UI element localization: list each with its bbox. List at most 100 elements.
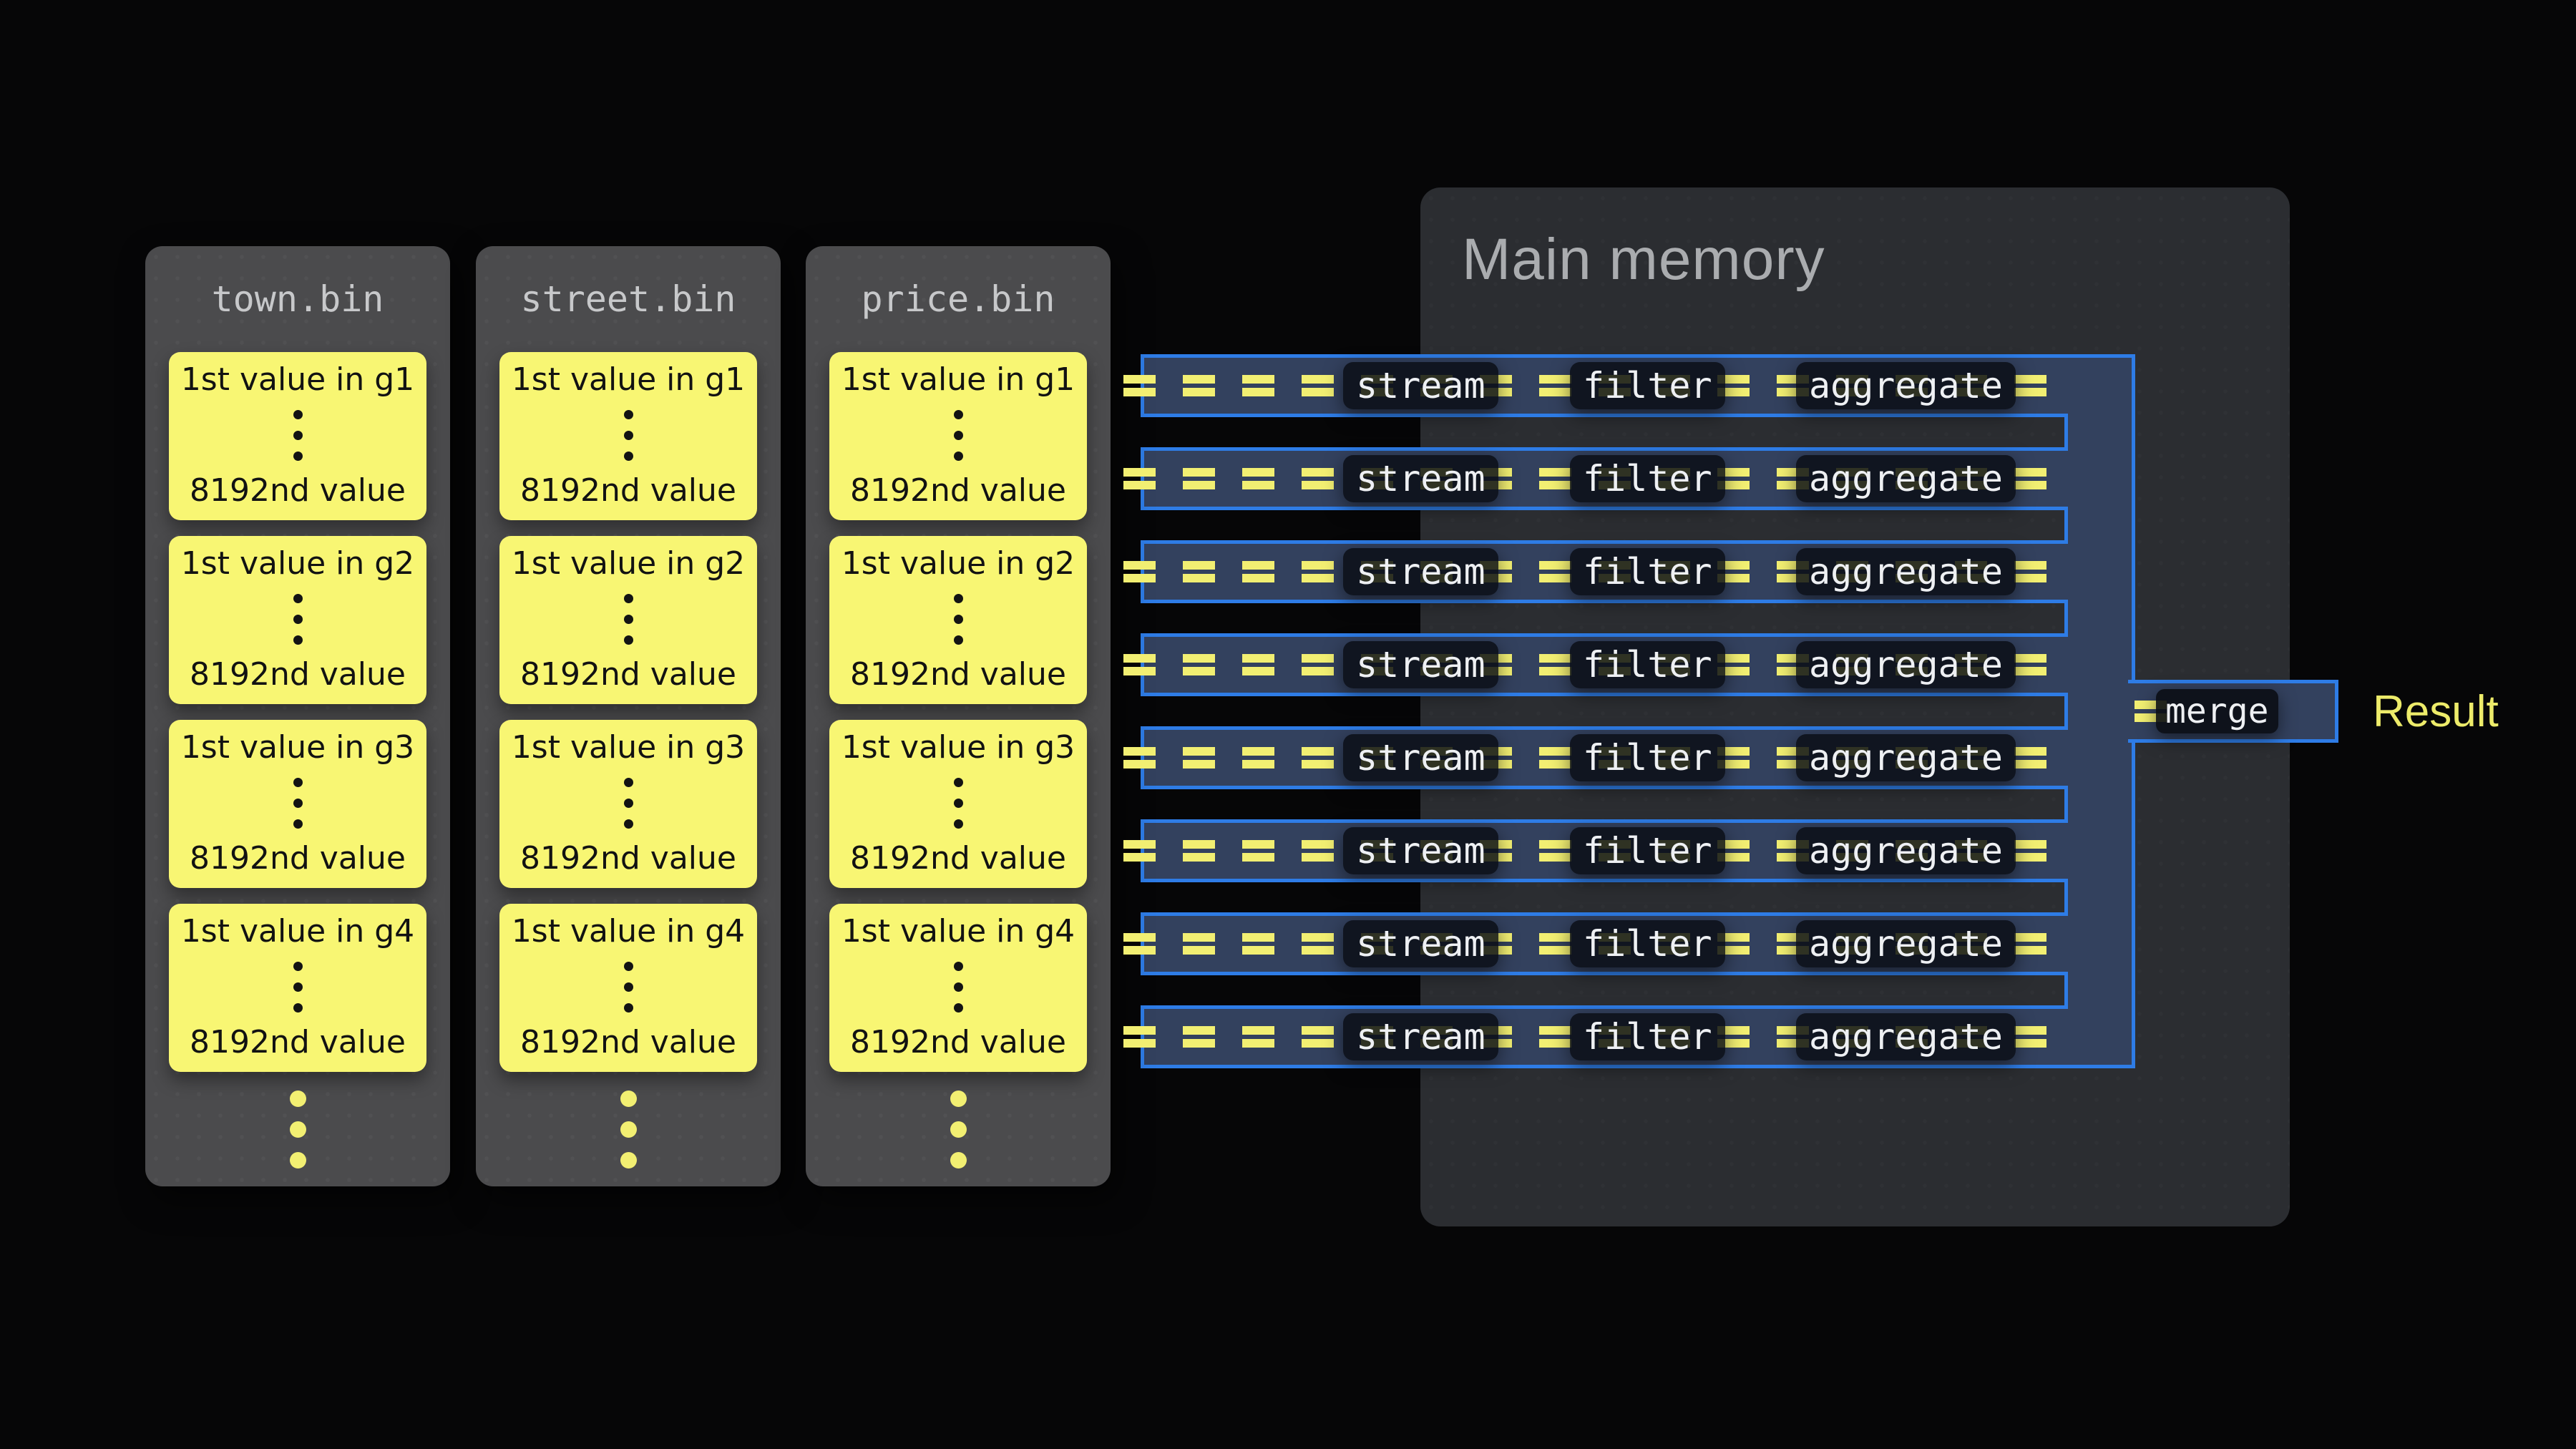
stream-operator: stream: [1343, 548, 1498, 595]
ellipsis-dot-icon: [293, 594, 303, 603]
file-name: town.bin: [145, 246, 450, 352]
ellipsis-dot-icon: [293, 982, 303, 992]
filter-operator: filter: [1570, 827, 1725, 874]
pipeline-gap-border: [2064, 603, 2068, 633]
file-column-street-bin: street.bin 1st value in g1 8192nd value …: [476, 246, 781, 1186]
ellipsis-dot-icon: [954, 635, 963, 645]
diagram-canvas: Main memory stream filter aggregate stream…: [0, 0, 2576, 1449]
pipeline-row: streamfilteraggregate: [1141, 912, 2068, 975]
vertical-ellipsis-icon: [293, 778, 303, 829]
group-first-value: 1st value in g2: [512, 546, 745, 582]
group-last-value: 8192nd value: [190, 841, 406, 877]
ellipsis-dot-icon: [293, 962, 303, 971]
group-first-value: 1st value in g2: [841, 546, 1075, 582]
more-groups-dot-icon: [290, 1152, 306, 1169]
ellipsis-dot-icon: [954, 799, 963, 808]
more-groups-dot-icon: [950, 1152, 967, 1169]
ellipsis-dot-icon: [293, 431, 303, 440]
aggregate-operator: aggregate: [1796, 1013, 2016, 1060]
group-last-value: 8192nd value: [850, 657, 1066, 693]
row-group-block: 1st value in g2 8192nd value: [169, 536, 426, 704]
stream-operator: stream: [1343, 362, 1498, 409]
row-group-blocks: 1st value in g1 8192nd value 1st value i…: [806, 352, 1111, 1072]
ellipsis-dot-icon: [293, 819, 303, 829]
aggregate-operator: aggregate: [1796, 734, 2016, 781]
group-last-value: 8192nd value: [850, 1025, 1066, 1060]
pipeline-comb: stream filter aggregate stream filter aggreg…: [1141, 354, 2135, 1068]
filter-operator: filter: [1570, 920, 1725, 967]
pipeline-row: streamfilteraggregate: [1141, 540, 2068, 603]
vertical-ellipsis-icon: [624, 962, 633, 1013]
ellipsis-dot-icon: [624, 819, 633, 829]
group-first-value: 1st value in g3: [512, 730, 745, 766]
ellipsis-dot-icon: [624, 1003, 633, 1013]
aggregate-operator: aggregate: [1796, 827, 2016, 874]
pipeline-row: streamfilteraggregate: [1141, 819, 2068, 882]
row-group-block: 1st value in g1 8192nd value: [169, 352, 426, 520]
more-groups-dot-icon: [950, 1121, 967, 1138]
ellipsis-dot-icon: [293, 410, 303, 419]
more-groups-dot-icon: [290, 1121, 306, 1138]
more-groups-dot-icon: [620, 1091, 637, 1107]
ellipsis-dot-icon: [624, 615, 633, 624]
row-group-block: 1st value in g3 8192nd value: [169, 720, 426, 888]
ellipsis-dot-icon: [954, 410, 963, 419]
vertical-ellipsis-icon: [954, 778, 963, 829]
group-first-value: 1st value in g2: [181, 546, 414, 582]
group-last-value: 8192nd value: [190, 473, 406, 509]
row-group-block: 1st value in g4 8192nd value: [169, 904, 426, 1072]
more-groups-dot-icon: [620, 1152, 637, 1169]
ellipsis-dot-icon: [624, 799, 633, 808]
pipeline-gap-border: [2064, 789, 2068, 819]
more-groups-dot-icon: [290, 1091, 306, 1107]
more-groups-ellipsis-icon: [806, 1091, 1111, 1169]
filter-operator: filter: [1570, 641, 1725, 688]
ellipsis-dot-icon: [624, 778, 633, 787]
aggregate-operator: aggregate: [1796, 548, 2016, 595]
aggregate-operator: aggregate: [1796, 455, 2016, 502]
row-group-block: 1st value in g4 8192nd value: [499, 904, 757, 1072]
group-first-value: 1st value in g1: [512, 362, 745, 398]
file-column-town-bin: town.bin 1st value in g1 8192nd value 1s…: [145, 246, 450, 1186]
more-groups-dot-icon: [620, 1121, 637, 1138]
group-last-value: 8192nd value: [520, 841, 736, 877]
group-last-value: 8192nd value: [850, 473, 1066, 509]
file-column-price-bin: price.bin 1st value in g1 8192nd value 1…: [806, 246, 1111, 1186]
pipeline-row: streamfilteraggregate: [1141, 447, 2068, 510]
vertical-ellipsis-icon: [954, 594, 963, 645]
group-first-value: 1st value in g4: [841, 914, 1075, 950]
main-memory-title: Main memory: [1420, 187, 2290, 293]
pipeline-row: streamfilteraggregate: [1141, 726, 2068, 789]
filter-operator: filter: [1570, 1013, 1725, 1060]
pipeline-gap-border: [2064, 975, 2068, 1005]
group-last-value: 8192nd value: [190, 657, 406, 693]
ellipsis-dot-icon: [293, 452, 303, 461]
merge-operator: merge: [2156, 689, 2278, 733]
ellipsis-dot-icon: [954, 778, 963, 787]
group-first-value: 1st value in g3: [181, 730, 414, 766]
group-last-value: 8192nd value: [520, 473, 736, 509]
vertical-ellipsis-icon: [624, 410, 633, 461]
aggregate-operator: aggregate: [1796, 641, 2016, 688]
pipeline-row: streamfilteraggregate: [1141, 633, 2068, 696]
vertical-ellipsis-icon: [624, 778, 633, 829]
ellipsis-dot-icon: [293, 799, 303, 808]
more-groups-ellipsis-icon: [476, 1091, 781, 1169]
vertical-ellipsis-icon: [293, 594, 303, 645]
filter-operator: filter: [1570, 455, 1725, 502]
row-group-block: 1st value in g2 8192nd value: [829, 536, 1087, 704]
merge-channel: merge: [2128, 680, 2338, 743]
ellipsis-dot-icon: [954, 615, 963, 624]
row-group-block: 1st value in g3 8192nd value: [499, 720, 757, 888]
stream-operator: stream: [1343, 1013, 1498, 1060]
ellipsis-dot-icon: [624, 410, 633, 419]
ellipsis-dot-icon: [954, 452, 963, 461]
file-name: price.bin: [806, 246, 1111, 352]
pipeline-row: stream filter aggregate: [1141, 1005, 2068, 1068]
file-name: street.bin: [476, 246, 781, 352]
row-group-block: 1st value in g2 8192nd value: [499, 536, 757, 704]
pipeline-gap-border: [2064, 882, 2068, 912]
row-group-block: 1st value in g1 8192nd value: [829, 352, 1087, 520]
ellipsis-dot-icon: [624, 594, 633, 603]
row-group-block: 1st value in g4 8192nd value: [829, 904, 1087, 1072]
